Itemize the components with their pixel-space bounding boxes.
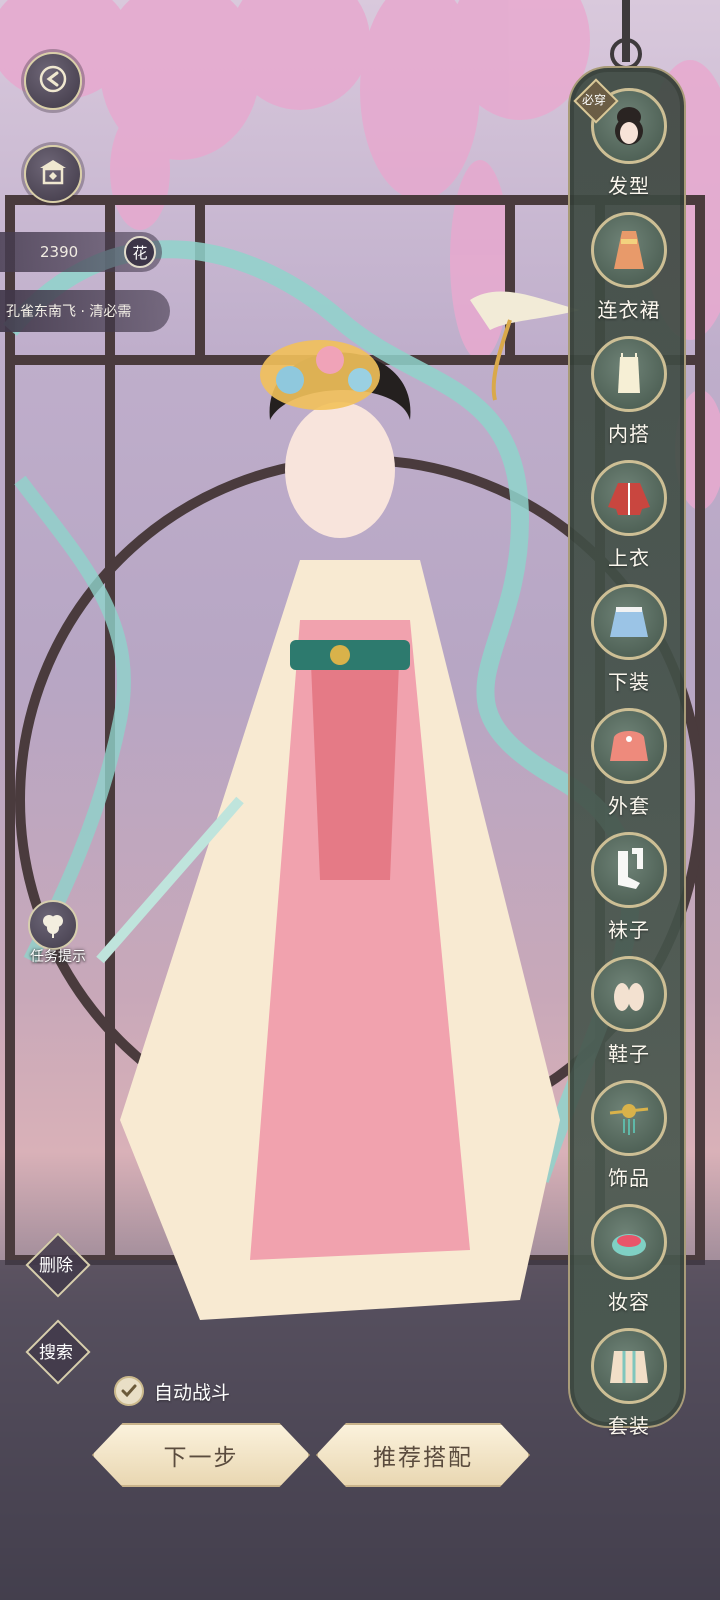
category-dress[interactable]: 连衣裙 [584, 212, 674, 332]
category-bottoms[interactable]: 下装 [584, 584, 674, 704]
must-wear-label: 必穿 [581, 92, 606, 107]
category-label: 上衣 [608, 546, 650, 570]
delete-button[interactable]: 删除 [20, 1238, 92, 1288]
must-wear-badge: 必穿 [574, 82, 614, 116]
back-arrow-icon [38, 64, 68, 98]
auto-battle-checkbox[interactable] [114, 1376, 144, 1406]
search-label: 搜索 [39, 1342, 73, 1363]
makeup-icon [591, 1204, 667, 1280]
category-label: 鞋子 [608, 1042, 650, 1066]
category-label: 发型 [608, 174, 650, 198]
jacket-icon [591, 460, 667, 536]
currency-counter: 2390 花 [0, 232, 162, 272]
category-inner-top[interactable]: 内搭 [584, 336, 674, 456]
inner-top-icon [591, 336, 667, 412]
category-label: 套装 [608, 1414, 650, 1438]
category-label: 袜子 [608, 918, 650, 942]
task-hint-label: 任务提示 [30, 949, 86, 965]
home-button[interactable] [24, 145, 82, 203]
auto-battle-toggle[interactable]: 自动战斗 [114, 1374, 230, 1408]
category-jacket[interactable]: 上衣 [584, 460, 674, 580]
hairpin-accessory-icon [591, 1080, 667, 1156]
category-accessory[interactable]: 饰品 [584, 1080, 674, 1200]
pavilion-home-icon [37, 156, 69, 192]
checkmark-icon [121, 1384, 137, 1398]
stage-title: 孔雀东南飞 · 清必需 [6, 304, 132, 320]
task-hint-button[interactable]: 任务提示 [18, 900, 96, 970]
category-label: 连衣裙 [597, 298, 661, 322]
outfit-set-icon [591, 1328, 667, 1404]
socks-icon [591, 832, 667, 908]
category-makeup[interactable]: 妆容 [584, 1204, 674, 1324]
currency-amount: 2390 [40, 243, 79, 261]
category-shoes[interactable]: 鞋子 [584, 956, 674, 1076]
category-label: 饰品 [608, 1166, 650, 1190]
category-socks[interactable]: 袜子 [584, 832, 674, 952]
search-button[interactable]: 搜索 [20, 1325, 92, 1375]
shoes-icon [591, 956, 667, 1032]
category-outfit-set[interactable]: 套装 [584, 1328, 674, 1448]
stage-title-banner: 孔雀东南飞 · 清必需 [0, 290, 170, 332]
category-label: 内搭 [608, 422, 650, 446]
back-button[interactable] [24, 52, 82, 110]
auto-battle-label: 自动战斗 [154, 1381, 231, 1404]
clover-icon [28, 900, 78, 950]
recommend-outfit-button[interactable]: 推荐搭配 [316, 1423, 530, 1487]
delete-label: 删除 [39, 1255, 73, 1276]
category-label: 外套 [608, 794, 650, 818]
category-label: 妆容 [608, 1290, 650, 1314]
flower-currency-badge[interactable]: 花 [124, 236, 156, 268]
dress-icon [591, 212, 667, 288]
skirt-icon [591, 584, 667, 660]
coat-icon [591, 708, 667, 784]
category-coat[interactable]: 外套 [584, 708, 674, 828]
next-step-button[interactable]: 下一步 [92, 1423, 310, 1487]
category-label: 下装 [608, 670, 650, 694]
